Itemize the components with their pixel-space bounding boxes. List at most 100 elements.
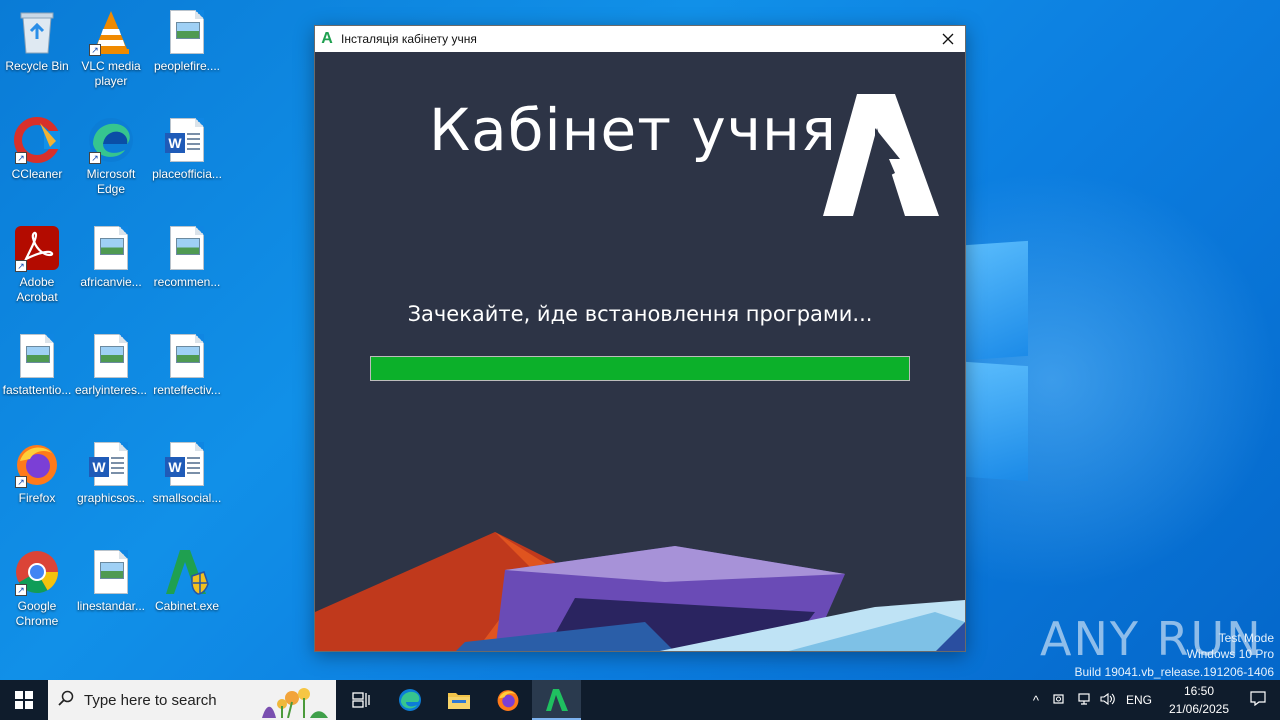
image-file-icon [87, 224, 135, 272]
image-file-icon [13, 332, 61, 380]
desktop-icon-microsoft-edge[interactable]: ↗ Microsoft Edge [74, 116, 148, 197]
desktop-icon-recommen[interactable]: recommen... [150, 224, 224, 290]
install-status-text: Зачекайте, йде встановлення програми... [407, 302, 873, 326]
desktop-icon-earlyinterest[interactable]: earlyinteres... [74, 332, 148, 398]
desktop-icon-firefox[interactable]: ↗ Firefox [0, 440, 74, 506]
firefox-icon [497, 690, 518, 711]
desktop-icon-linestandard[interactable]: linestandar... [74, 548, 148, 614]
desktop-icon-adobe-acrobat[interactable]: ↗ Adobe Acrobat [0, 224, 74, 305]
clock[interactable]: 16:50 21/06/2025 [1162, 682, 1236, 718]
desktop-icon-placeofficial[interactable]: W placeofficia... [150, 116, 224, 182]
taskbar-file-explorer[interactable] [434, 680, 483, 720]
progress-fill [371, 357, 909, 380]
desktop-icon-label: VLC media player [81, 59, 141, 88]
search-highlight-illustration [262, 688, 328, 718]
recycle-bin-icon [13, 8, 61, 56]
desktop-icon-renteffective[interactable]: renteffectiv... [150, 332, 224, 398]
shortcut-arrow-icon: ↗ [15, 152, 27, 164]
hero-title: Кабінет учня [429, 96, 837, 164]
word-doc-icon: W [163, 440, 211, 488]
build-text: Build 19041.vb_release.191206-1406 [1074, 665, 1275, 679]
installer-content: Кабінет учня Зачекайте, йде встановлення… [315, 52, 965, 651]
decorative-artwork [315, 532, 965, 651]
edge-icon: ↗ [87, 116, 135, 164]
desktop-icon-label: graphicsos... [76, 491, 146, 505]
notification-center-button[interactable] [1236, 690, 1280, 711]
windows-edition-text: Windows 10 Pro [1186, 647, 1274, 661]
close-button[interactable] [931, 26, 965, 52]
desktop-icon-label: smallsocial... [152, 491, 222, 505]
desktop-icon-google-chrome[interactable]: ↗ Google Chrome [0, 548, 74, 629]
taskbar-search-box[interactable]: Type here to search [48, 680, 336, 720]
windows-start-icon [15, 691, 33, 709]
desktop-icon-label: africanvie... [80, 275, 142, 289]
shortcut-arrow-icon: ↗ [89, 152, 101, 164]
close-icon [942, 33, 954, 45]
desktop-icon-fastattention[interactable]: fastattentio... [0, 332, 74, 398]
system-tray: ^ ENG 16:50 21/06/2025 [1024, 680, 1280, 720]
desktop-icon-recycle-bin[interactable]: Recycle Bin [0, 8, 74, 74]
shortcut-arrow-icon: ↗ [15, 584, 27, 596]
clock-date: 21/06/2025 [1168, 702, 1230, 716]
cabinet-logo [823, 94, 939, 216]
shortcut-arrow-icon: ↗ [15, 260, 27, 272]
windows-logo-pane [966, 240, 1028, 361]
edge-icon [398, 689, 421, 711]
taskbar: Type here to search ^ ENG 16:50 21/06/20… [0, 680, 1280, 720]
desktop-icon-label: renteffectiv... [153, 383, 221, 397]
notification-icon [1250, 690, 1266, 706]
image-file-icon [163, 224, 211, 272]
desktop-icon-label: CCleaner [11, 167, 63, 181]
test-mode-text: Test Mode [1218, 631, 1274, 645]
chevron-up-icon[interactable]: ^ [1024, 693, 1048, 708]
installer-window[interactable]: A Інсталяція кабінету учня Кабінет учня … [314, 25, 966, 652]
ccleaner-icon: ↗ [13, 116, 61, 164]
desktop-icon-label: Cabinet.exe [154, 599, 220, 613]
start-button[interactable] [0, 680, 48, 720]
task-view-icon [351, 692, 370, 708]
desktop-icon-label: Recycle Bin [5, 59, 69, 73]
desktop-icon-label: Adobe Acrobat [16, 275, 58, 304]
cabinet-exe-icon [163, 548, 211, 596]
desktop-icon-label: linestandar... [76, 599, 146, 613]
chrome-icon: ↗ [13, 548, 61, 596]
desktop-icon-label: Google Chrome [15, 599, 59, 628]
desktop-icon-label: recommen... [153, 275, 221, 289]
cabinet-app-icon: A [321, 30, 333, 47]
desktop-icon-ccleaner[interactable]: ↗ CCleaner [0, 116, 74, 182]
task-view-button[interactable] [336, 680, 385, 720]
meet-now-icon[interactable] [1048, 692, 1072, 709]
desktop-icon-label: Microsoft Edge [86, 167, 136, 196]
image-file-icon [87, 332, 135, 380]
search-placeholder: Type here to search [84, 691, 217, 709]
desktop-icon-peoplefire[interactable]: peoplefire.... [150, 8, 224, 74]
desktop-icon-label: Firefox [18, 491, 56, 505]
windows-logo-pane [966, 361, 1028, 482]
image-file-icon [163, 8, 211, 56]
taskbar-edge[interactable] [385, 680, 434, 720]
title-bar[interactable]: A Інсталяція кабінету учня [315, 26, 965, 52]
cabinet-app-icon [545, 689, 568, 711]
volume-icon[interactable] [1096, 692, 1120, 709]
shortcut-arrow-icon: ↗ [89, 44, 101, 56]
desktop-icon-label: placeofficia... [152, 167, 222, 181]
vlc-icon: ↗ [87, 8, 135, 56]
window-title: Інсталяція кабінету учня [341, 32, 477, 46]
desktop-icon-smallsocial[interactable]: W smallsocial... [150, 440, 224, 506]
desktop-icon-graphicsos[interactable]: W graphicsos... [74, 440, 148, 506]
taskbar-cabinet-app[interactable] [532, 680, 581, 720]
image-file-icon [87, 548, 135, 596]
search-icon [48, 690, 84, 711]
taskbar-firefox[interactable] [483, 680, 532, 720]
desktop-icon-africanview[interactable]: africanvie... [74, 224, 148, 290]
image-file-icon [163, 332, 211, 380]
word-doc-icon: W [163, 116, 211, 164]
language-indicator[interactable]: ENG [1126, 693, 1152, 707]
network-icon[interactable] [1072, 692, 1096, 709]
clock-time: 16:50 [1183, 684, 1215, 698]
desktop-icon-label: fastattentio... [2, 383, 72, 397]
desktop-icon-cabinet-exe[interactable]: Cabinet.exe [150, 548, 224, 614]
desktop-icon-vlc[interactable]: ↗ VLC media player [74, 8, 148, 89]
acrobat-icon: ↗ [13, 224, 61, 272]
install-progress-bar [370, 356, 910, 381]
